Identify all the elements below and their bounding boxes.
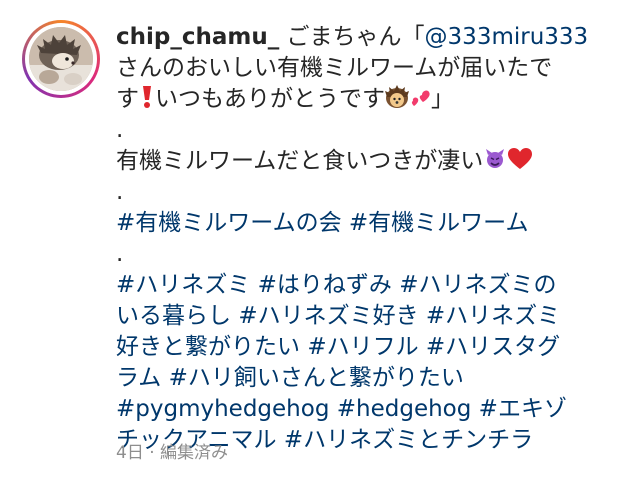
caption-text-run bbox=[419, 334, 426, 360]
caption-line: #有機ミルワームの会 #有機ミルワーム bbox=[116, 208, 616, 239]
caption-text-run bbox=[419, 303, 426, 329]
red-exclamation-icon bbox=[139, 85, 155, 118]
hashtag-link[interactable]: #エキゾ bbox=[479, 396, 567, 422]
smiling-devil-icon bbox=[483, 147, 507, 180]
hashtag-link[interactable]: #ハリ飼いさんと繋がりたい bbox=[169, 365, 464, 391]
hashtag-link[interactable]: #hedgehog bbox=[337, 396, 472, 422]
caption-text-run bbox=[277, 427, 284, 453]
caption-text-run: いつもありがとうです bbox=[155, 86, 385, 112]
line-break-dot: . bbox=[116, 117, 124, 143]
hashtag-link[interactable]: #ハリネズミ bbox=[116, 272, 250, 298]
hashtag-link[interactable]: #ハリスタグ bbox=[426, 334, 560, 360]
line-break-dot: . bbox=[116, 179, 124, 205]
edited-label: 編集済み bbox=[160, 443, 229, 463]
avatar-frame bbox=[25, 23, 97, 95]
caption-text-run bbox=[471, 396, 478, 422]
hashtag-link[interactable]: #ハリネズミの bbox=[399, 272, 556, 298]
caption-line: . bbox=[116, 115, 616, 146]
caption-text-run bbox=[329, 396, 336, 422]
hashtag-link[interactable]: #ハリネズミとチンチラ bbox=[284, 427, 533, 453]
hedgehog-avatar-image bbox=[29, 27, 93, 91]
hashtag-link[interactable]: 好きと繋がりたい bbox=[116, 334, 300, 360]
hashtag-link[interactable]: #はりねずみ bbox=[258, 272, 392, 298]
red-heart-icon bbox=[507, 147, 533, 180]
caption-text-run bbox=[342, 210, 349, 236]
caption-text: chip_chamu_ ごまちゃん「@333miru333 さんのおいしい有機ミル… bbox=[116, 22, 616, 456]
caption-text-run: さんのおいしい有機ミルワームが届いたで bbox=[116, 55, 553, 81]
caption-text-run bbox=[250, 272, 257, 298]
post-meta: 4日 · 編集済み bbox=[116, 442, 228, 464]
caption-line: すいつもありがとうです 」 bbox=[116, 84, 616, 115]
line-break-dot: . bbox=[116, 241, 124, 267]
mention-link[interactable]: @333miru333 bbox=[425, 24, 589, 50]
comment-post: chip_chamu_ ごまちゃん「@333miru333 さんのおいしい有機ミル… bbox=[0, 0, 640, 490]
caption-line: さんのおいしい有機ミルワームが届いたで bbox=[116, 53, 616, 84]
caption-text-run: 有機ミルワームだと食いつきが凄い bbox=[116, 148, 484, 174]
hashtag-link[interactable]: #ハリネズミ bbox=[426, 303, 560, 329]
caption-line: #ハリネズミ #はりねずみ #ハリネズミの bbox=[116, 270, 616, 301]
caption-text-run: す bbox=[116, 86, 139, 112]
hashtag-link[interactable]: #ハリフル bbox=[307, 334, 418, 360]
story-ring[interactable] bbox=[22, 20, 100, 98]
timestamp[interactable]: 4日 bbox=[116, 443, 144, 463]
caption-line: ラム #ハリ飼いさんと繋がりたい bbox=[116, 363, 616, 394]
caption-text-run: ごまちゃん「 bbox=[286, 24, 425, 50]
meta-separator: · bbox=[149, 443, 155, 463]
caption-line: 有機ミルワームだと食いつきが凄い bbox=[116, 146, 616, 177]
caption-line: #pygmyhedgehog #hedgehog #エキゾ bbox=[116, 394, 616, 425]
caption-text-run: 」 bbox=[431, 86, 454, 112]
caption-line: . bbox=[116, 239, 616, 270]
hashtag-link[interactable]: #有機ミルワームの会 bbox=[116, 210, 342, 236]
username-link[interactable]: chip_chamu_ bbox=[116, 24, 279, 50]
hashtag-link[interactable]: いる暮らし bbox=[116, 303, 231, 329]
hashtag-link[interactable]: #有機ミルワーム bbox=[349, 210, 529, 236]
caption-line: . bbox=[116, 177, 616, 208]
caption-line: いる暮らし #ハリネズミ好き #ハリネズミ bbox=[116, 301, 616, 332]
caption-text-run bbox=[161, 365, 168, 391]
hashtag-link[interactable]: ラム bbox=[116, 365, 161, 391]
two-hearts-icon bbox=[409, 85, 431, 118]
hashtag-link[interactable]: #pygmyhedgehog bbox=[116, 396, 329, 422]
hedgehog-icon bbox=[385, 85, 409, 118]
caption-line: 好きと繋がりたい #ハリフル #ハリスタグ bbox=[116, 332, 616, 363]
avatar[interactable] bbox=[29, 27, 93, 91]
hashtag-link[interactable]: #ハリネズミ好き bbox=[238, 303, 418, 329]
caption-line: chip_chamu_ ごまちゃん「@333miru333 bbox=[116, 22, 616, 53]
